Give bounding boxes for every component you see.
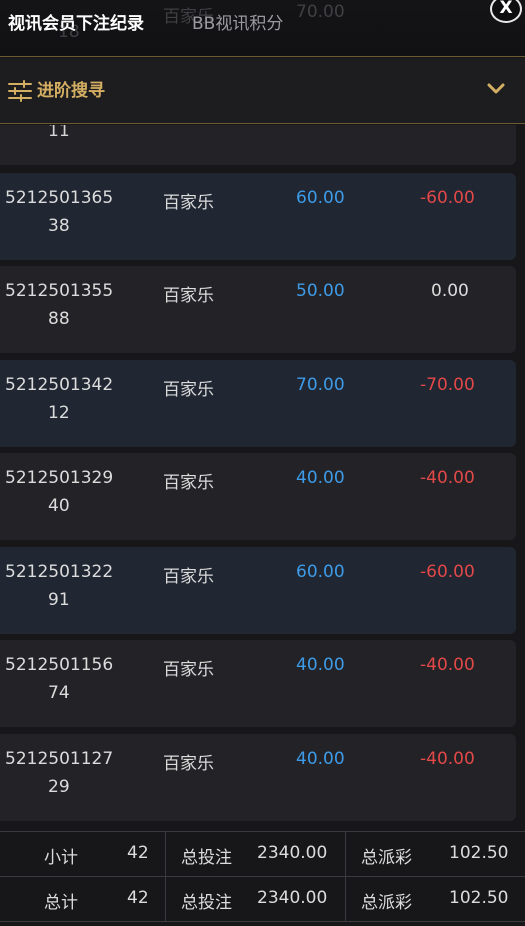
subtotal-count: 42: [127, 843, 149, 863]
record-card[interactable]: 5212501127 29 百家乐 40.00 -40.00: [0, 734, 516, 821]
grand-total-payout-label: 总派彩: [361, 893, 412, 913]
subtotal-bet-label: 总投注: [181, 848, 232, 868]
record-id-line1: 5212501365: [5, 188, 114, 208]
record-id-line1: 5212501322: [5, 562, 114, 582]
record-id-line2: 74: [48, 683, 70, 703]
filter-sliders-icon: [8, 80, 32, 102]
record-payout: -40.00: [420, 749, 475, 769]
record-id-line1: 5212501156: [5, 655, 114, 675]
record-id-line2: 91: [48, 590, 70, 610]
record-game: 百家乐: [163, 567, 214, 587]
ghost-bet: 70.00: [296, 2, 345, 22]
grand-total-count: 42: [127, 888, 149, 908]
record-id-line2: 29: [48, 777, 70, 797]
column-divider: [345, 832, 346, 877]
grand-total-row: 总计 42 总投注 2340.00 总派彩 102.50: [0, 877, 525, 922]
record-bet-amount: 70.00: [296, 375, 345, 395]
record-bet-amount: 60.00: [296, 562, 345, 582]
record-id-line2: 11: [48, 125, 70, 141]
grand-total-label: 总计: [44, 893, 78, 913]
record-id-line1: 5212501127: [5, 749, 114, 769]
record-payout: -60.00: [420, 562, 475, 582]
record-id-line1: 5212501329: [5, 468, 114, 488]
subtotal-row: 小计 42 总投注 2340.00 总派彩 102.50: [0, 832, 525, 877]
chevron-down-icon: [487, 83, 505, 94]
record-card[interactable]: 5212501156 74 百家乐 40.00 -40.00: [0, 640, 516, 727]
grand-total-payout-total: 102.50: [449, 888, 509, 908]
subtotal-payout-total: 102.50: [449, 843, 509, 863]
record-id-line2: 38: [48, 216, 70, 236]
tab-bb-live-points[interactable]: BB视讯积分: [192, 9, 283, 34]
totals-footer: 小计 42 总投注 2340.00 总派彩 102.50 总计 42 总投注 2…: [0, 831, 525, 926]
advanced-search-label: 进阶搜寻: [37, 81, 105, 101]
record-bet-amount: 40.00: [296, 749, 345, 769]
subtotal-label: 小计: [44, 848, 78, 868]
record-card[interactable]: 5212501342 12 百家乐 70.00 -70.00: [0, 360, 516, 447]
record-payout: 0.00: [431, 281, 469, 301]
record-id-line2: 40: [48, 496, 70, 516]
advanced-search-toggle[interactable]: 进阶搜寻: [0, 58, 525, 124]
record-payout: -40.00: [420, 468, 475, 488]
record-bet-amount: 50.00: [296, 281, 345, 301]
record-id-line1: 5212501355: [5, 281, 114, 301]
column-divider: [345, 877, 346, 922]
record-card-partial[interactable]: 11: [0, 125, 516, 165]
bet-records-panel: 18 百家乐 70.00 视讯会员下注纪录 BB视讯积分 X 进阶搜寻 11 5…: [0, 0, 525, 926]
tab-live-bet-records[interactable]: 视讯会员下注纪录: [8, 9, 144, 34]
record-bet-amount: 40.00: [296, 468, 345, 488]
header: 18 百家乐 70.00 视讯会员下注纪录 BB视讯积分 X: [0, 0, 525, 57]
record-bet-amount: 40.00: [296, 655, 345, 675]
record-game: 百家乐: [163, 754, 214, 774]
record-payout: -40.00: [420, 655, 475, 675]
bet-record-list[interactable]: 11 5212501365 38 百家乐 60.00 -60.00 521250…: [0, 125, 525, 831]
record-game: 百家乐: [163, 473, 214, 493]
record-game: 百家乐: [163, 380, 214, 400]
column-divider: [165, 877, 166, 922]
close-icon: X: [499, 0, 513, 18]
record-card[interactable]: 5212501322 91 百家乐 60.00 -60.00: [0, 547, 516, 634]
record-game: 百家乐: [163, 286, 214, 306]
record-payout: -70.00: [420, 375, 475, 395]
record-game: 百家乐: [163, 193, 214, 213]
record-payout: -60.00: [420, 188, 475, 208]
subtotal-bet-total: 2340.00: [257, 843, 328, 863]
column-divider: [165, 832, 166, 877]
record-card[interactable]: 5212501329 40 百家乐 40.00 -40.00: [0, 453, 516, 540]
subtotal-payout-label: 总派彩: [361, 848, 412, 868]
record-card[interactable]: 5212501365 38 百家乐 60.00 -60.00: [0, 173, 516, 260]
record-game: 百家乐: [163, 660, 214, 680]
record-bet-amount: 60.00: [296, 188, 345, 208]
record-id-line2: 88: [48, 309, 70, 329]
grand-total-bet-total: 2340.00: [257, 888, 328, 908]
record-id-line1: 5212501342: [5, 375, 114, 395]
record-id-line2: 12: [48, 403, 70, 423]
record-card[interactable]: 5212501355 88 百家乐 50.00 0.00: [0, 266, 516, 353]
grand-total-bet-label: 总投注: [181, 893, 232, 913]
